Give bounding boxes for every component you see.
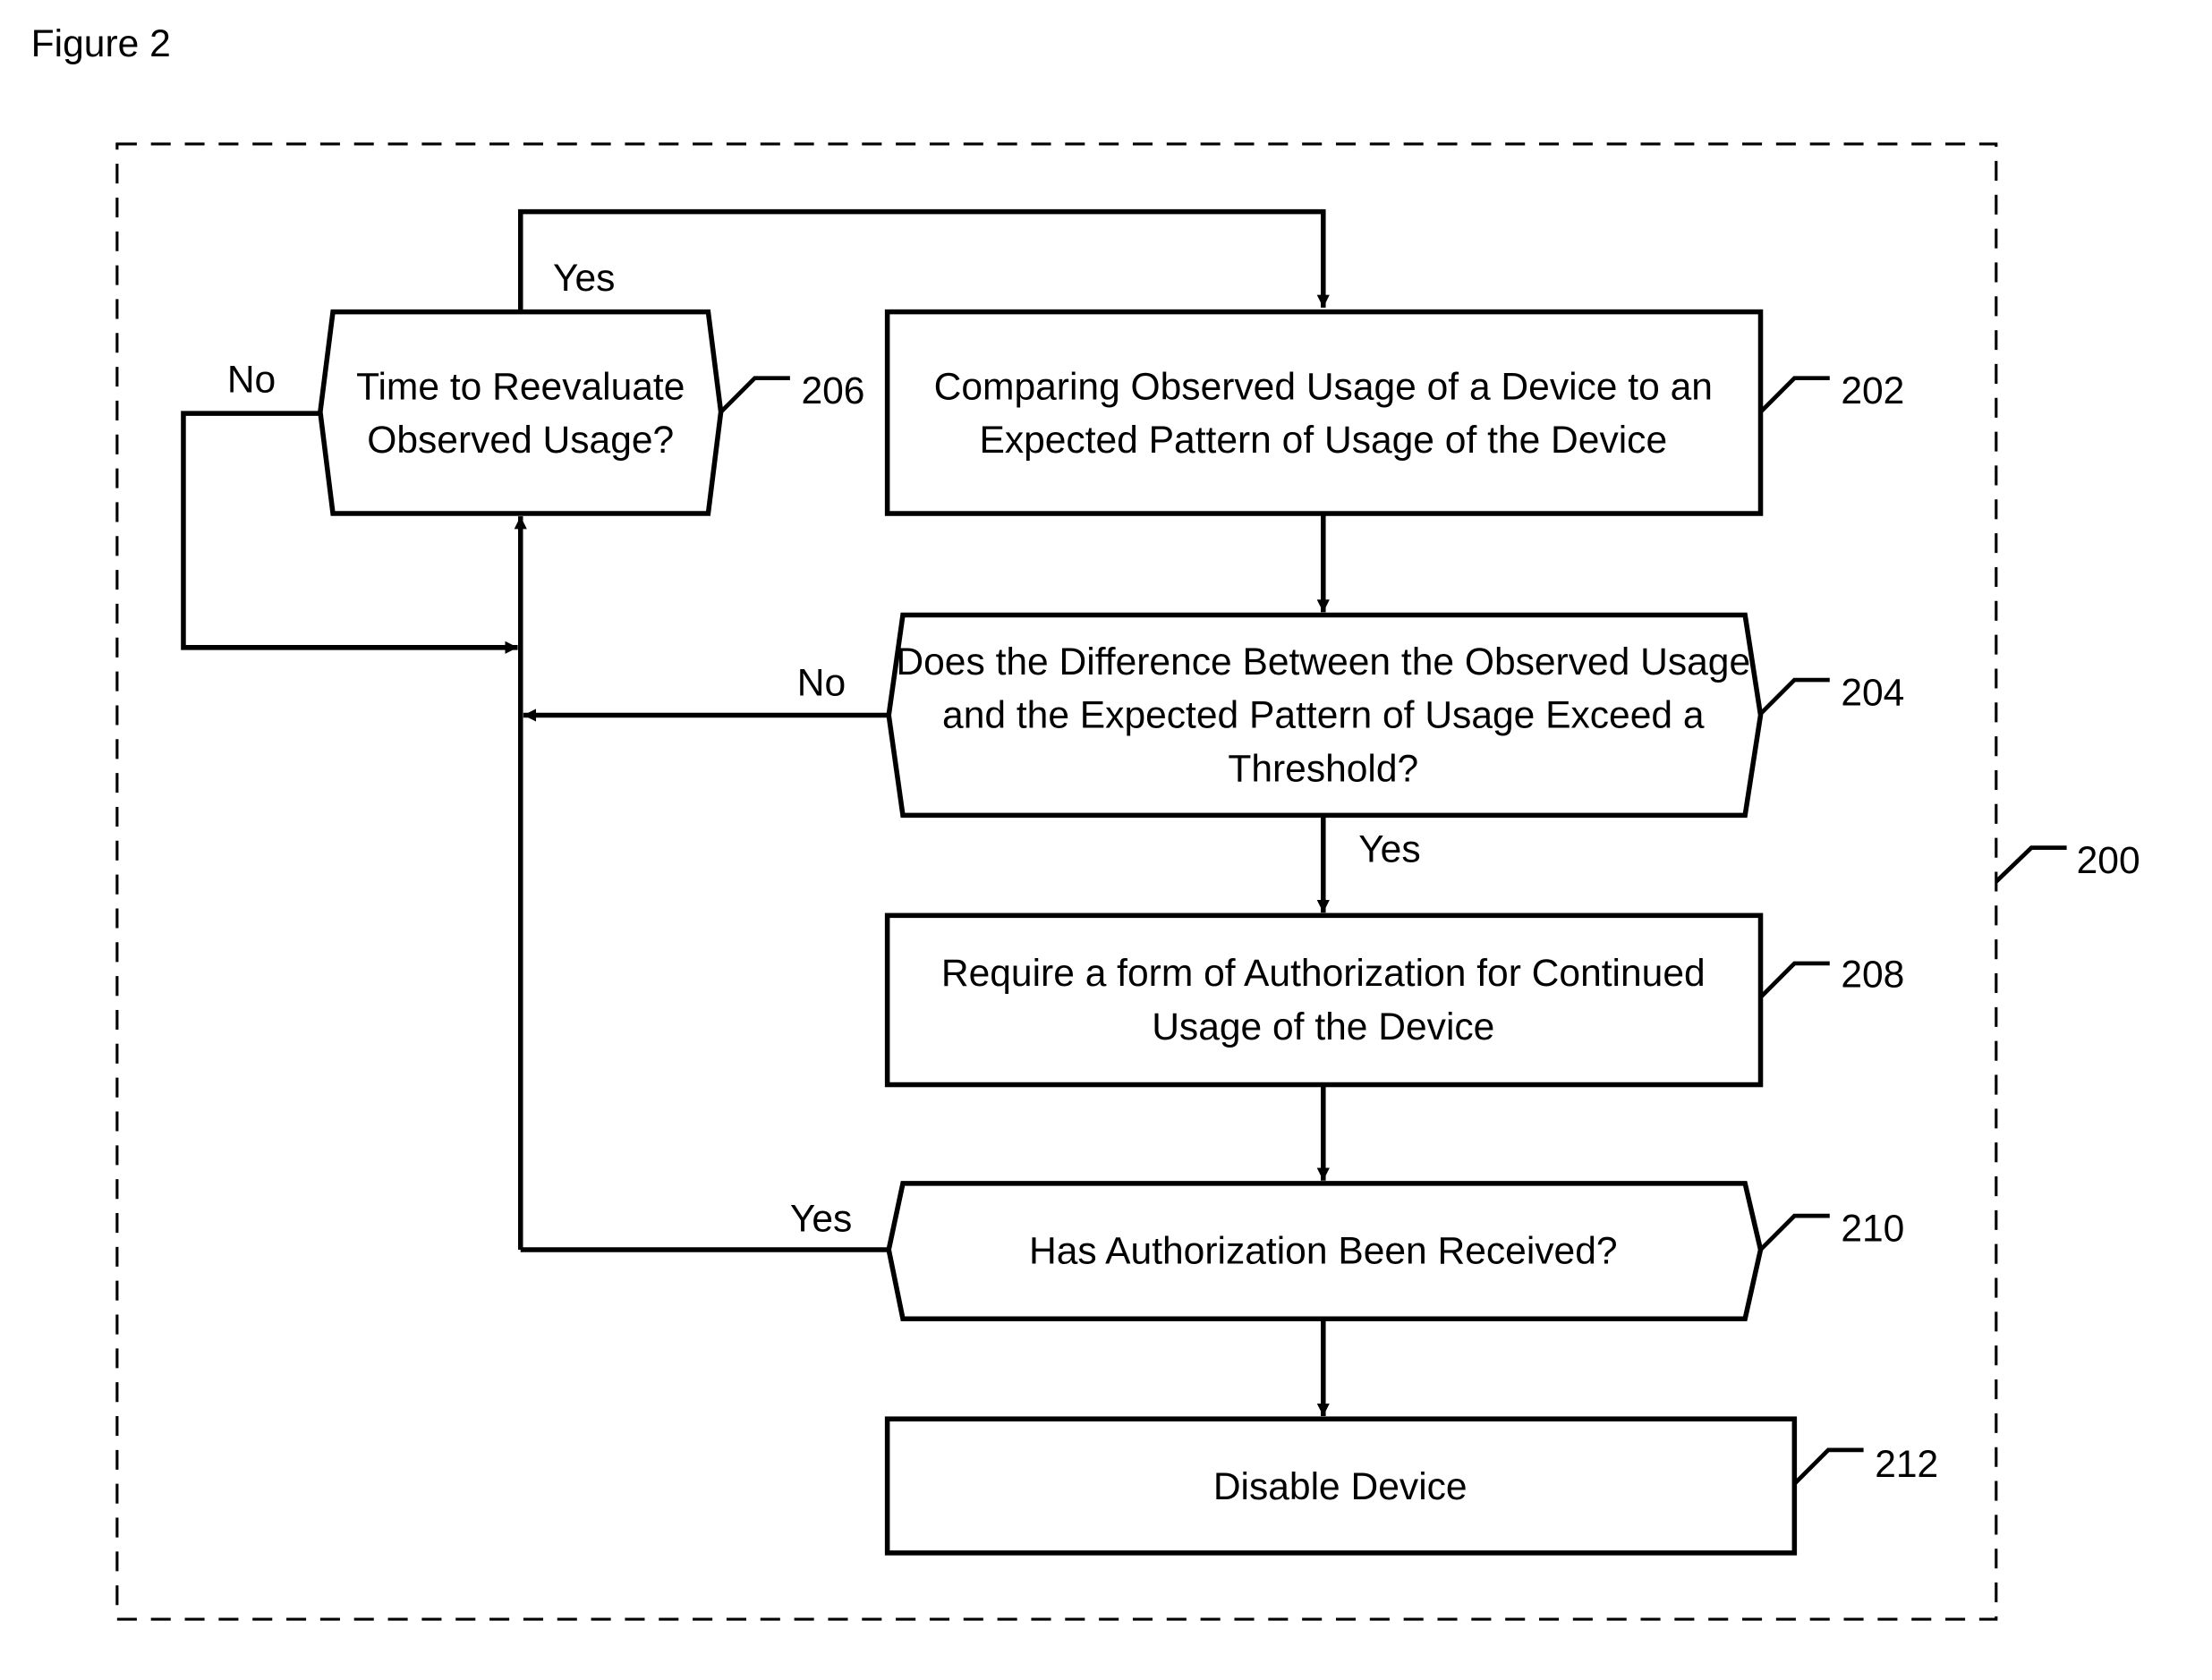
edge-label-204-no: No bbox=[797, 661, 846, 704]
edge-label-206-yes: Yes bbox=[553, 257, 615, 300]
ref-210: 210 bbox=[1841, 1208, 1904, 1251]
leader-200 bbox=[1995, 845, 2067, 884]
leader-212 bbox=[1792, 1447, 1864, 1486]
leader-208 bbox=[1758, 961, 1830, 999]
ref-204: 204 bbox=[1841, 671, 1904, 714]
leader-202 bbox=[1758, 376, 1830, 414]
edge-label-206-no: No bbox=[227, 358, 276, 401]
node-208-process: Require a form of Authorization for Cont… bbox=[884, 912, 1764, 1088]
ref-202: 202 bbox=[1841, 369, 1904, 412]
node-206-line-2: Observed Usage? bbox=[367, 419, 674, 462]
node-210-line-1: Has Authorization Been Received? bbox=[1029, 1230, 1618, 1273]
edge-label-204-yes: Yes bbox=[1358, 827, 1420, 870]
edge-206-yes-to-202 bbox=[517, 208, 1330, 311]
node-206-line-1: Time to Reevaluate bbox=[356, 365, 685, 408]
node-208-line-2: Usage of the Device bbox=[1152, 1005, 1494, 1048]
node-204-line-2: and the Expected Pattern of Usage Exceed… bbox=[942, 694, 1705, 737]
ref-206: 206 bbox=[801, 369, 864, 412]
ref-200: 200 bbox=[2077, 839, 2140, 882]
node-204-decision: Does the Difference Between the Observed… bbox=[886, 612, 1764, 819]
node-206-decision: Time to Reevaluate Observed Usage? bbox=[318, 309, 724, 516]
node-204-line-1: Does the Difference Between the Observed… bbox=[896, 641, 1750, 683]
node-202-process: Comparing Observed Usage of a Device to … bbox=[884, 309, 1764, 516]
edge-label-210-yes: Yes bbox=[790, 1197, 852, 1240]
leader-204 bbox=[1758, 677, 1830, 716]
node-202-line-1: Comparing Observed Usage of a Device to … bbox=[934, 365, 1713, 408]
node-212-process: Disable Device bbox=[884, 1416, 1798, 1556]
leader-206 bbox=[719, 376, 790, 414]
leader-210 bbox=[1758, 1213, 1830, 1252]
figure-label: Figure 2 bbox=[31, 22, 171, 65]
ref-212: 212 bbox=[1875, 1443, 1938, 1486]
ref-208: 208 bbox=[1841, 954, 1904, 997]
node-204-line-3: Threshold? bbox=[1228, 748, 1418, 791]
node-210-decision: Has Authorization Been Received? bbox=[886, 1181, 1764, 1321]
node-208-line-1: Require a form of Authorization for Cont… bbox=[941, 952, 1706, 995]
node-212-line-1: Disable Device bbox=[1213, 1465, 1468, 1508]
flowchart: Figure 2 200 Yes No No Yes Yes Time to R… bbox=[31, 22, 2140, 1621]
node-202-line-2: Expected Pattern of Usage of the Device bbox=[979, 419, 1667, 462]
